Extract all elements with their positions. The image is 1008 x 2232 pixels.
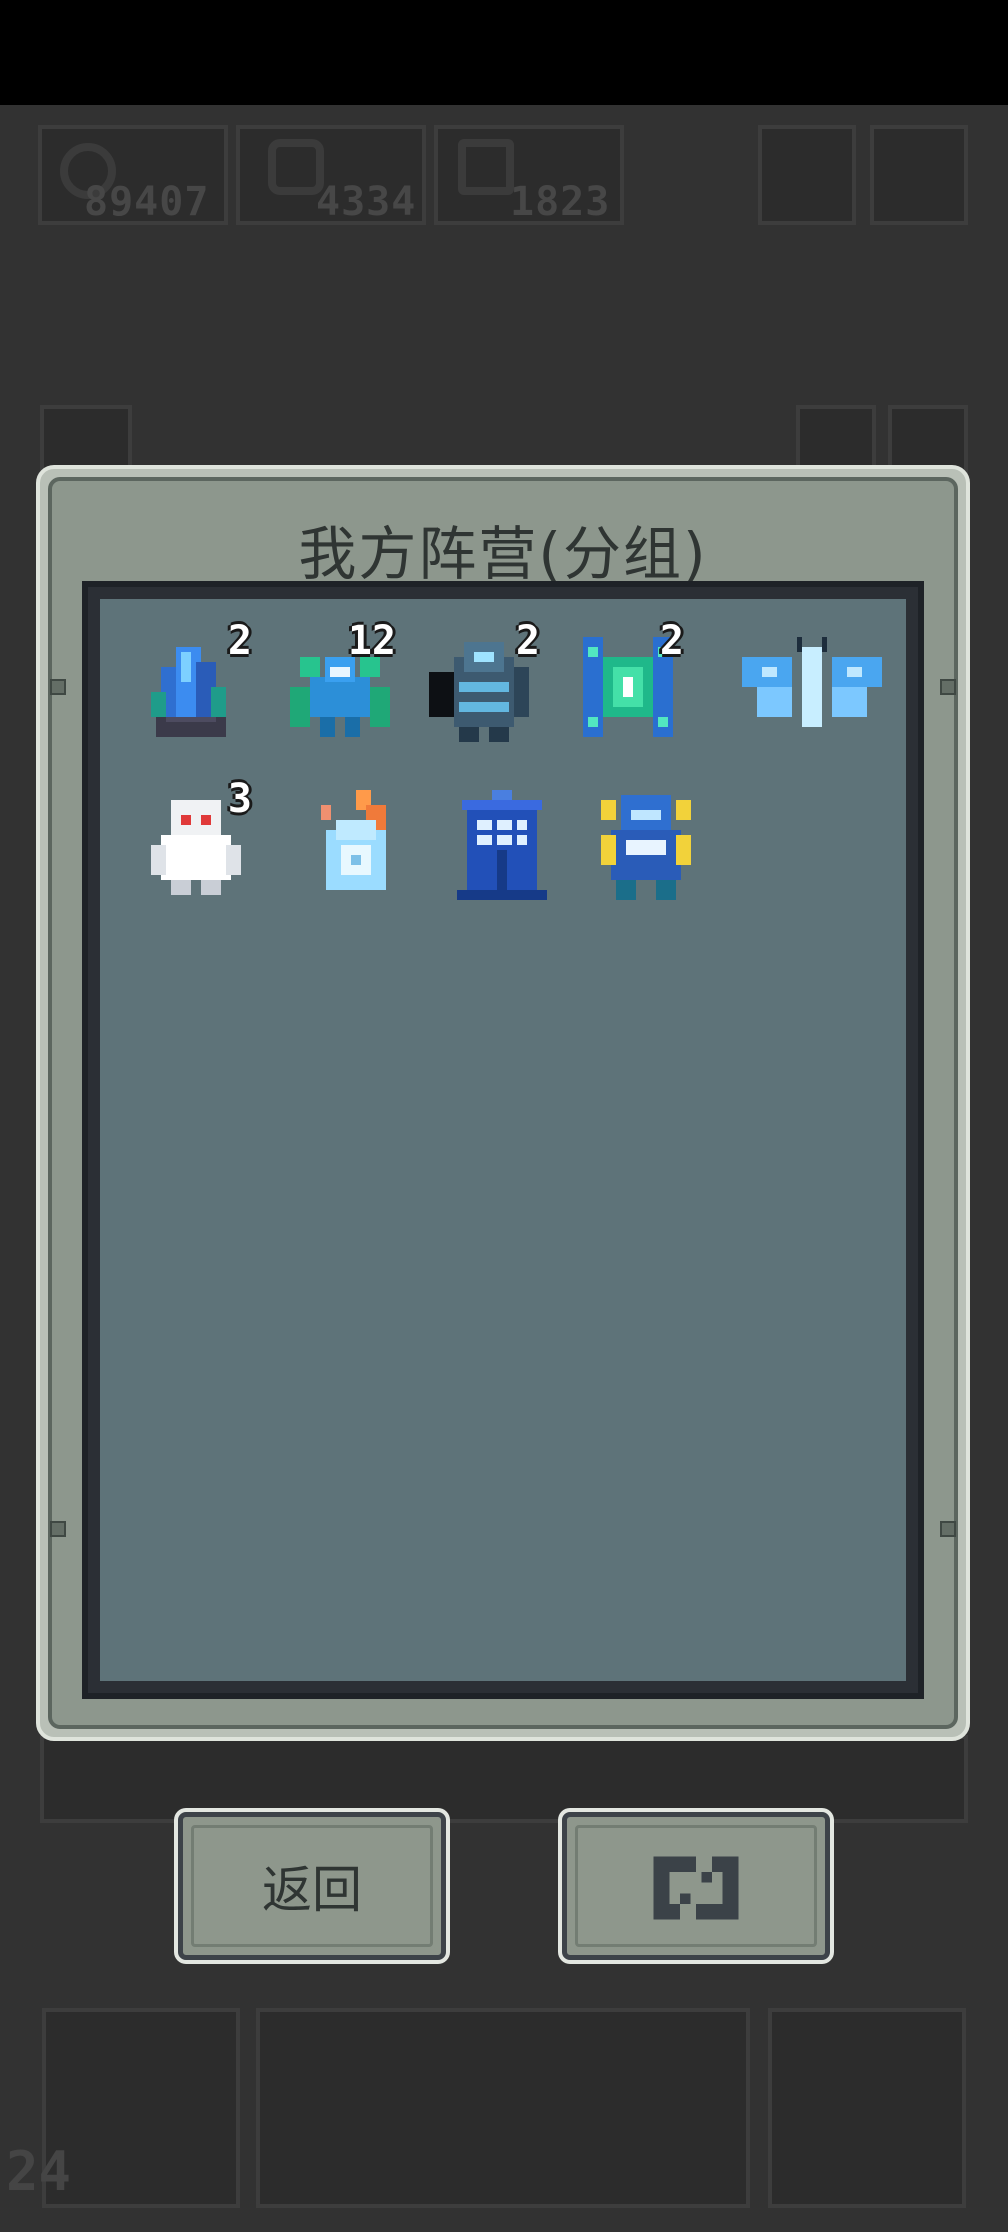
units-grid: 2 12 2 2 3 (100, 599, 906, 1681)
coin-value: 89407 (84, 179, 210, 225)
unit-eye-totem[interactable]: 2 (568, 621, 688, 747)
unit-mantis-beast[interactable]: 12 (280, 621, 400, 747)
bg-strip (40, 1735, 968, 1823)
status-bar (0, 0, 1008, 105)
frost-flame-icon (321, 790, 386, 890)
soul-icon (458, 139, 514, 195)
settings-button[interactable] (870, 125, 968, 225)
bg-slot-right (768, 2008, 966, 2208)
refresh-button[interactable] (562, 1812, 830, 1960)
horned-warrior-icon (601, 795, 691, 900)
unit-count-badge: 2 (515, 618, 540, 664)
screw-decoration (940, 1521, 956, 1537)
back-button[interactable]: 返回 (178, 1812, 446, 1960)
unit-yeti[interactable]: 3 (136, 779, 256, 905)
refresh-icon (653, 1856, 739, 1920)
bg-slot-middle (256, 2008, 750, 2208)
screw-decoration (940, 679, 956, 695)
ice-moth-icon (742, 637, 882, 727)
unit-count-badge: 2 (659, 618, 684, 664)
back-button-label: 返回 (262, 1861, 362, 1919)
unit-dark-knight[interactable]: 2 (424, 621, 544, 747)
soul-value: 1823 (510, 179, 611, 225)
unit-blue-booth[interactable] (442, 785, 562, 905)
bg-slot-left (42, 2008, 240, 2208)
level-indicator: 24 (6, 2140, 72, 2203)
unit-horned-warrior[interactable] (586, 785, 706, 905)
unit-frost-spirit[interactable] (296, 785, 416, 905)
modal-title: 我方阵营(分组) (298, 520, 708, 588)
unit-ice-moth[interactable] (732, 627, 892, 747)
unit-count-badge: 12 (347, 618, 396, 664)
unit-count-badge: 2 (227, 618, 252, 664)
screw-decoration (50, 1521, 66, 1537)
blue-booth-icon (457, 790, 547, 900)
unit-count-badge: 3 (227, 776, 252, 822)
gem-value: 4334 (316, 179, 417, 225)
unit-crystal-golem[interactable]: 2 (136, 621, 256, 747)
gem-counter: 4334 (236, 125, 426, 225)
soul-counter: 1823 (434, 125, 624, 225)
units-panel: 2 12 2 2 3 (82, 581, 924, 1699)
menu-button[interactable] (758, 125, 856, 225)
game-screen: 89407 4334 1823 24 我方阵营(分组) 2 12 2 2 3 返… (0, 0, 1008, 2232)
screw-decoration (50, 679, 66, 695)
coin-counter: 89407 (38, 125, 228, 225)
faction-modal: 我方阵营(分组) 2 12 2 2 3 (36, 465, 970, 1741)
